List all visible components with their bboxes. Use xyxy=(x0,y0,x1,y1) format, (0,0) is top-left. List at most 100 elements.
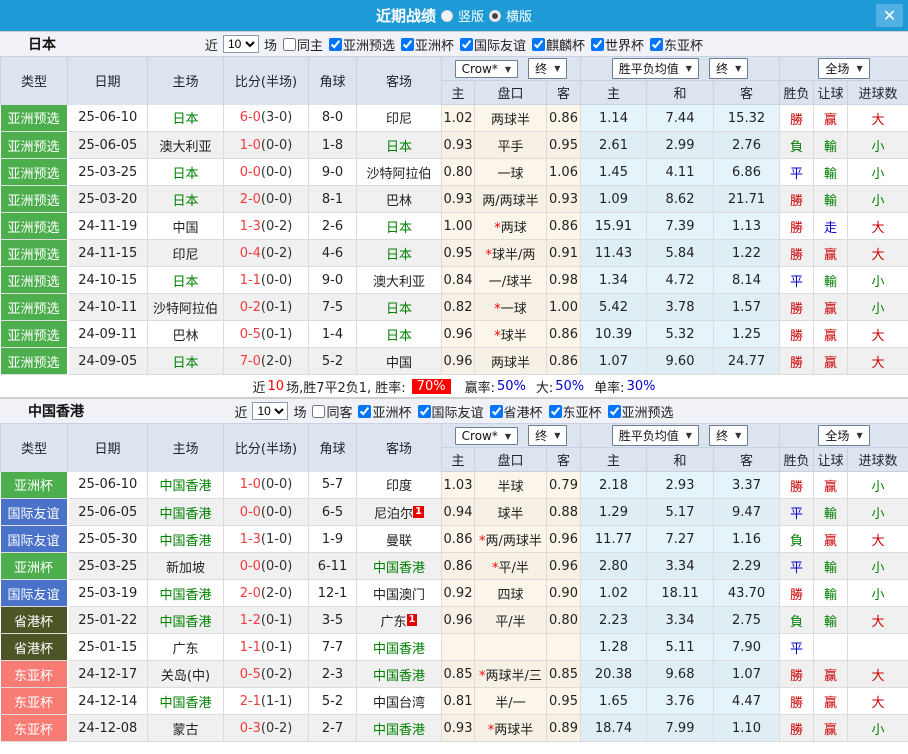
final-odds-dropdown[interactable]: 终 ▼ xyxy=(528,58,568,79)
mean-away: 1.25 xyxy=(713,320,781,348)
cup-checkbox[interactable] xyxy=(532,37,546,51)
cup-filter[interactable]: 亚洲杯 xyxy=(397,35,454,54)
mean-home: 18.74 xyxy=(580,714,648,742)
score-cell: 0-2(0-1) xyxy=(223,293,309,321)
same-venue-checkbox[interactable] xyxy=(282,37,296,51)
same-venue-filter[interactable]: 同客 xyxy=(308,402,352,421)
matches-table-hongkong: 类型 日期 主场 比分(半场) 角球 客场 Crow* ▼ 终 ▼ 胜平负均值 ▼ 终… xyxy=(0,423,908,742)
matches-table-japan: 类型 日期 主场 比分(半场) 角球 客场 Crow* ▼ 终 ▼ 胜平负均值 ▼ 终… xyxy=(0,56,908,375)
cup-checkbox[interactable] xyxy=(607,404,621,418)
match-count-select[interactable]: 10 xyxy=(222,35,259,53)
same-venue-checkbox[interactable] xyxy=(312,404,326,418)
close-icon[interactable]: ✕ xyxy=(876,4,903,27)
mean-draw: 3.78 xyxy=(646,293,715,321)
col-mean-draw: 和 xyxy=(646,447,715,472)
cup-filter[interactable]: 亚洲杯 xyxy=(354,402,412,421)
col-date: 日期 xyxy=(67,56,148,105)
match-date: 24-12-14 xyxy=(67,687,148,715)
scope-dropdown[interactable]: 全场 ▼ xyxy=(818,58,870,79)
handicap-line: 球半 xyxy=(474,498,547,526)
cup-filter[interactable]: 麒麟杯 xyxy=(528,35,585,54)
cup-filter[interactable]: 亚洲预选 xyxy=(604,402,674,421)
competition-type: 东亚杯 xyxy=(0,660,69,688)
score-cell: 0-4(0-2) xyxy=(223,239,309,267)
match-row: 亚洲预选 24-10-11 沙特阿拉伯 0-2(0-1) 7-5 日本 0.82 *一球 1.0… xyxy=(0,293,908,321)
mean-dropdown[interactable]: 胜平负均值 ▼ xyxy=(611,425,699,446)
match-date: 24-12-17 xyxy=(67,660,148,688)
odds-away: 1.00 xyxy=(546,293,582,321)
caret-down-icon: ▼ xyxy=(504,431,512,441)
match-count-select[interactable]: 10 xyxy=(252,402,289,420)
result-handicap: 赢 xyxy=(813,687,849,715)
cup-filter[interactable]: 国际友谊 xyxy=(414,402,484,421)
cup-checkbox[interactable] xyxy=(489,404,503,418)
cup-filter[interactable]: 省港杯 xyxy=(486,402,543,421)
cup-checkbox[interactable] xyxy=(591,37,605,51)
cup-filter[interactable]: 东亚杯 xyxy=(646,35,703,54)
result-wdl: 勝 xyxy=(779,239,815,267)
cup-filter[interactable]: 国际友谊 xyxy=(456,35,526,54)
match-date: 25-03-20 xyxy=(67,185,148,213)
cup-checkbox[interactable] xyxy=(400,37,414,51)
cup-checkbox[interactable] xyxy=(328,37,342,51)
cup-checkbox[interactable] xyxy=(460,37,473,51)
result-goals: 大 xyxy=(847,104,908,132)
match-row: 亚洲预选 24-09-05 日本 7-0(2-0) 5-2 中国 0.96 两球半 0.86 1.… xyxy=(0,347,908,375)
vertical-layout-label[interactable]: 竖版 xyxy=(458,6,484,25)
result-wdl: 勝 xyxy=(779,471,815,499)
result-goals: 大 xyxy=(847,347,908,375)
col-date: 日期 xyxy=(67,423,148,472)
corner-score: 5-7 xyxy=(308,471,357,499)
cup-checkbox[interactable] xyxy=(548,404,562,418)
scope-dropdown[interactable]: 全场 ▼ xyxy=(818,425,870,446)
competition-type: 国际友谊 xyxy=(0,498,69,526)
final-odds-dropdown[interactable]: 终 ▼ xyxy=(528,425,568,446)
col-odds-away: 客 xyxy=(545,447,582,472)
away-team: 日本 xyxy=(356,239,442,267)
cup-filter[interactable]: 东亚杯 xyxy=(545,402,602,421)
match-date: 25-01-22 xyxy=(67,606,148,634)
titlebar: 近期战绩 竖版 横版 ✕ xyxy=(0,0,908,31)
competition-type: 亚洲预选 xyxy=(0,239,69,267)
home-team: 巴林 xyxy=(147,320,224,348)
horizontal-layout-radio[interactable] xyxy=(489,9,501,22)
col-odds-away: 客 xyxy=(545,80,582,105)
final-mean-dropdown[interactable]: 终 ▼ xyxy=(709,425,749,446)
cup-checkbox[interactable] xyxy=(417,404,431,418)
odds-source-dropdown[interactable]: Crow* ▼ xyxy=(454,427,519,445)
mean-home: 10.39 xyxy=(580,320,648,348)
home-team: 日本 xyxy=(147,347,224,375)
result-goals: 大 xyxy=(847,660,908,688)
corner-score: 6-5 xyxy=(308,498,357,526)
mean-home: 5.42 xyxy=(580,293,648,321)
result-goals: 小 xyxy=(847,552,908,580)
result-handicap: 輸 xyxy=(813,579,849,607)
home-team: 中国 xyxy=(147,212,224,240)
cup-filter[interactable]: 世界杯 xyxy=(587,35,644,54)
home-team: 中国香港 xyxy=(147,498,224,526)
away-team: 广东 1 xyxy=(356,606,442,634)
final-mean-dropdown[interactable]: 终 ▼ xyxy=(709,58,749,79)
mean-dropdown[interactable]: 胜平负均值 ▼ xyxy=(611,58,699,79)
mean-home: 1.14 xyxy=(580,104,648,132)
result-goals: 大 xyxy=(847,687,908,715)
near-label: 近 xyxy=(234,405,248,421)
corner-score: 4-6 xyxy=(308,239,357,267)
away-team: 中国香港 xyxy=(356,552,442,580)
result-goals: 大 xyxy=(847,606,908,634)
cup-filter[interactable]: 亚洲预选 xyxy=(325,35,395,54)
mean-draw: 3.76 xyxy=(646,687,715,715)
mean-home: 11.43 xyxy=(580,239,648,267)
odds-away: 0.86 xyxy=(546,104,582,132)
result-goals: 小 xyxy=(847,714,908,742)
vertical-layout-radio[interactable] xyxy=(440,9,453,22)
same-venue-filter[interactable]: 同主 xyxy=(279,35,323,54)
odds-source-dropdown[interactable]: Crow* ▼ xyxy=(454,60,519,78)
handicap-line: *两球半 xyxy=(474,714,547,742)
score-cell: 7-0(2-0) xyxy=(223,347,309,375)
horizontal-layout-label[interactable]: 横版 xyxy=(506,6,532,25)
match-row: 省港杯 25-01-15 广东 1-1(0-1) 7-7 中国香港 1.28 5.11 7.90… xyxy=(0,633,908,661)
match-date: 25-01-15 xyxy=(67,633,148,661)
cup-checkbox[interactable] xyxy=(650,37,664,51)
cup-checkbox[interactable] xyxy=(358,404,372,418)
